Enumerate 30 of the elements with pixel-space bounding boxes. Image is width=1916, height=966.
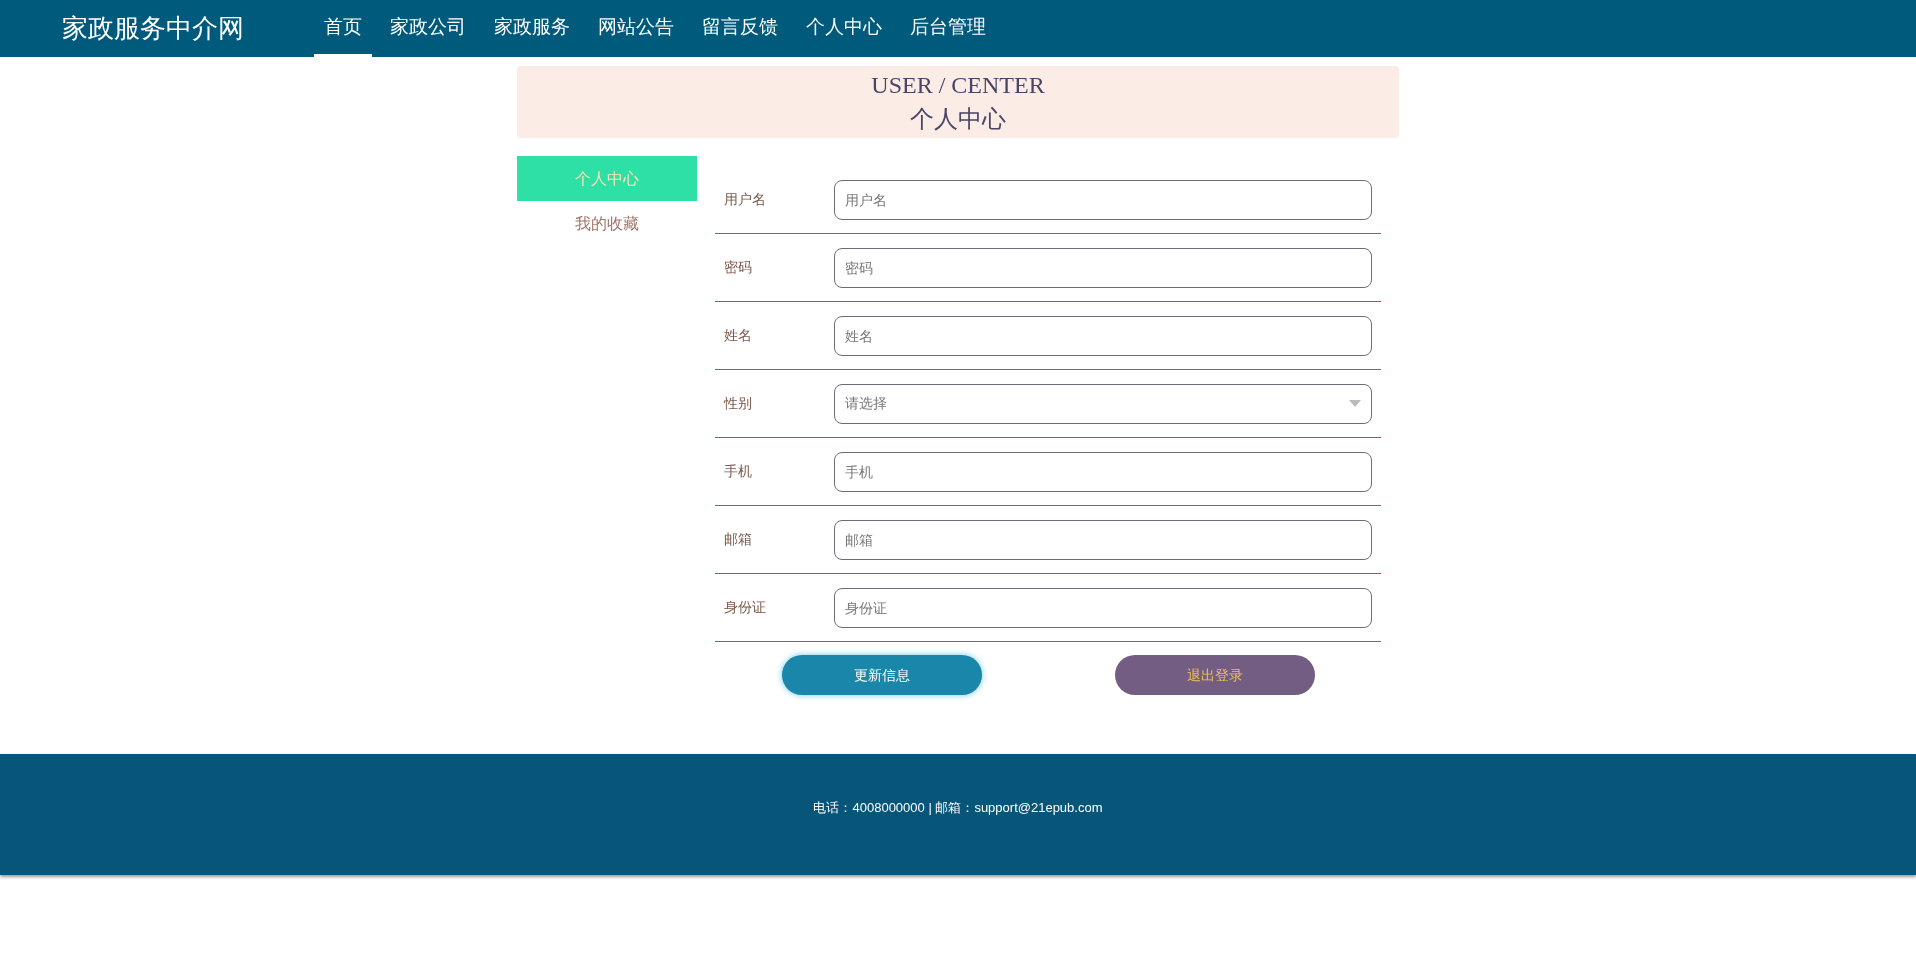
dropdown-caret-icon <box>1349 400 1361 407</box>
logout-button[interactable]: 退出登录 <box>1115 655 1315 695</box>
field-label: 性别 <box>722 394 753 413</box>
nav-link[interactable]: 家政服务 <box>484 0 580 57</box>
nav-link[interactable]: 后台管理 <box>900 0 996 57</box>
text-input-field[interactable]: 邮箱 <box>834 519 1372 560</box>
nav-link[interactable]: 家政公司 <box>380 0 476 57</box>
nav-link[interactable]: 留言反馈 <box>692 0 788 57</box>
nav-link[interactable]: 个人中心 <box>796 0 892 57</box>
text-input-field[interactable]: 身份证 <box>834 587 1372 628</box>
gender-select[interactable]: 请选择 <box>834 383 1372 424</box>
select-placeholder: 请选择 <box>845 394 887 413</box>
nav-link[interactable]: 首页 <box>314 0 372 57</box>
field-label: 用户名 <box>723 190 767 209</box>
update-info-button[interactable]: 更新信息 <box>782 655 982 695</box>
text-input-field[interactable]: 密码 <box>834 247 1372 288</box>
text-input-field[interactable]: 手机 <box>834 451 1372 492</box>
field-label: 邮箱 <box>723 530 753 549</box>
field-label: 身份证 <box>723 598 767 617</box>
text-input-field[interactable]: 姓名 <box>834 315 1372 356</box>
nav-link[interactable]: 网站公告 <box>588 0 684 57</box>
field-label: 姓名 <box>723 326 753 345</box>
banner-title-zh: 个人中心 <box>910 105 1006 134</box>
field-label: 手机 <box>723 462 753 481</box>
site-logo: 家政服务中介网 <box>62 12 245 45</box>
sidebar-item[interactable]: 我的收藏 <box>517 201 697 246</box>
text-input-field[interactable]: 用户名 <box>834 179 1372 220</box>
field-label: 密码 <box>723 258 753 277</box>
footer-contact: 电话：4008000000 | 邮箱：support@21epub.com <box>813 799 1103 817</box>
banner-title-en: USER / CENTER <box>871 71 1045 100</box>
